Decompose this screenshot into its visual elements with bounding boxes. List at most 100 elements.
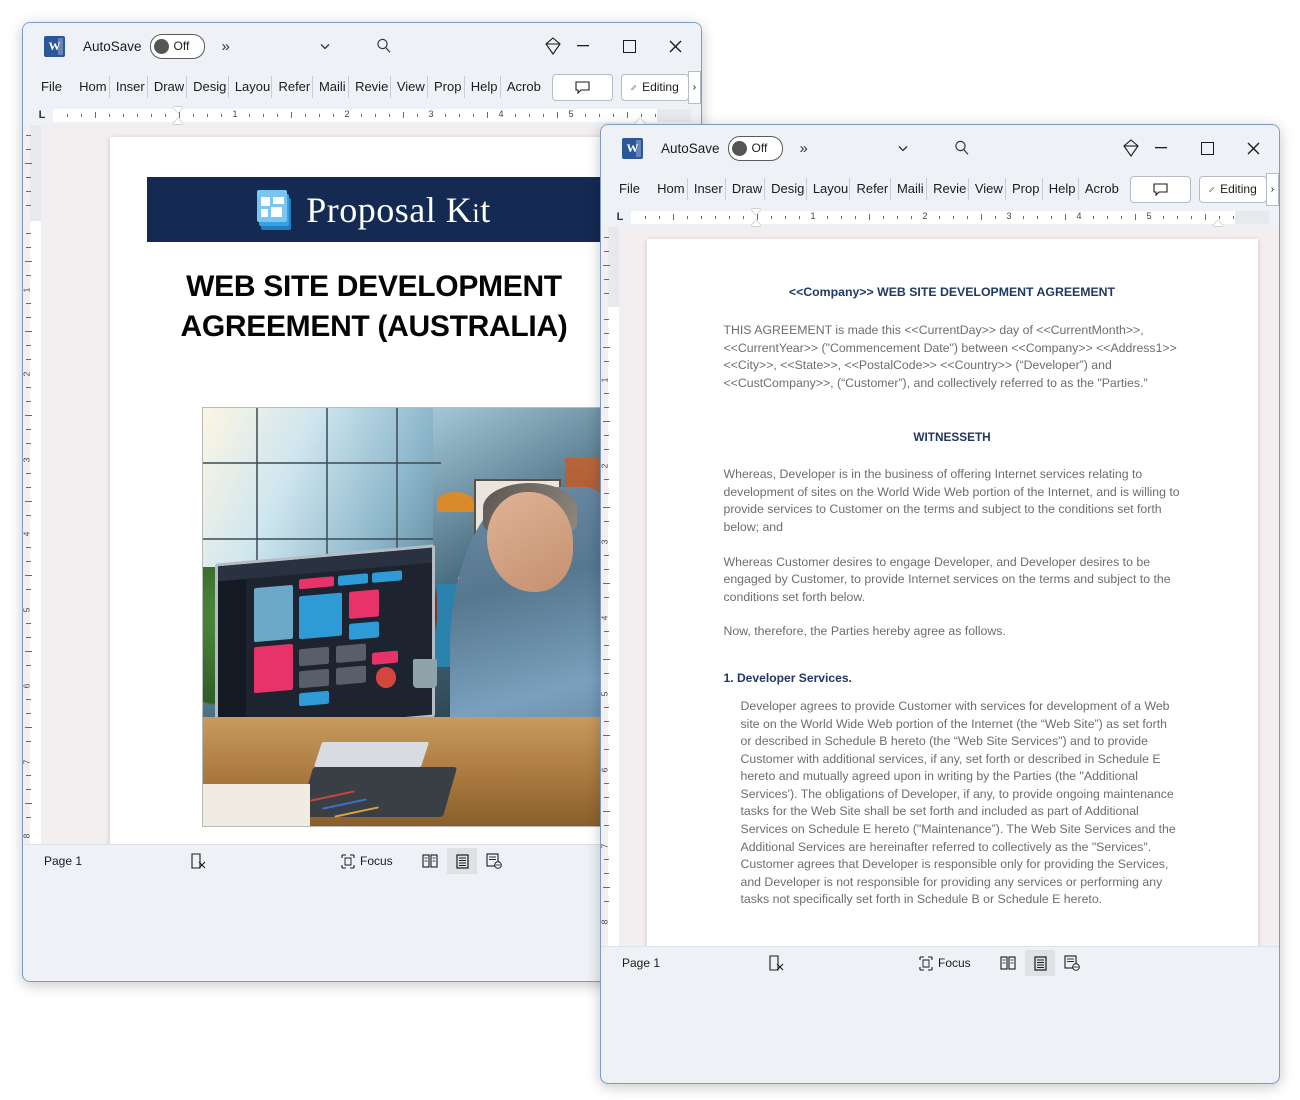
chevron-down-icon[interactable]: [318, 39, 332, 53]
tab-review[interactable]: Revie: [927, 178, 969, 200]
tab-references[interactable]: Refer: [272, 76, 313, 98]
ruler-number: 5: [600, 691, 610, 697]
tab-view[interactable]: View: [391, 76, 428, 98]
maximize-button[interactable]: [606, 23, 652, 69]
tab-references[interactable]: Refer: [850, 178, 891, 200]
tab-mailings[interactable]: Maili: [891, 178, 928, 200]
minimize-button[interactable]: [560, 23, 606, 69]
accessibility-checker-icon[interactable]: [768, 954, 785, 972]
read-mode-view-button[interactable]: [993, 950, 1023, 976]
tab-review[interactable]: Revie: [349, 76, 391, 98]
tab-draw[interactable]: Draw: [148, 76, 188, 98]
view-mode-buttons[interactable]: [993, 950, 1087, 976]
page-number-status[interactable]: Page 1: [44, 854, 82, 868]
ruler-number: 6: [600, 767, 610, 773]
tab-design[interactable]: Desig: [765, 178, 807, 200]
tab-proposal[interactable]: Prop: [428, 76, 465, 98]
tab-layout[interactable]: Layou: [229, 76, 273, 98]
print-layout-view-button[interactable]: [1025, 950, 1055, 976]
chevron-down-icon[interactable]: [896, 141, 910, 155]
tab-insert[interactable]: Inser: [688, 178, 726, 200]
tab-file[interactable]: File: [35, 76, 73, 98]
proposal-kit-logo-icon: [257, 189, 295, 230]
editing-mode-button[interactable]: Editing: [1199, 175, 1267, 203]
autosave-toggle[interactable]: Off: [727, 135, 783, 161]
tab-stop-selector[interactable]: L: [31, 109, 53, 121]
close-button[interactable]: [1230, 125, 1276, 171]
tab-layout[interactable]: Layou: [807, 178, 851, 200]
title-bar: W AutoSave Off »: [601, 125, 1279, 171]
accessibility-checker-icon[interactable]: [190, 852, 207, 870]
web-layout-view-button[interactable]: [1057, 950, 1087, 976]
tab-home[interactable]: Hom: [651, 178, 688, 200]
ruler-number: 3: [1006, 210, 1012, 221]
close-button[interactable]: [652, 23, 698, 69]
tab-proposal[interactable]: Prop: [1006, 178, 1043, 200]
ruler-number: 8: [22, 833, 32, 839]
maximize-button[interactable]: [1184, 125, 1230, 171]
horizontal-ruler-track[interactable]: 1 2 3 4 5: [631, 208, 1269, 226]
search-icon[interactable]: [375, 37, 393, 55]
minimize-button[interactable]: [1138, 125, 1184, 171]
document-canvas-two[interactable]: 1 2 3 4 5 6 7 8 <<Company>> WEB SITE DEV…: [601, 227, 1279, 946]
tab-help[interactable]: Help: [465, 76, 501, 98]
document-title-line-1: WEB SITE DEVELOPMENT: [186, 270, 562, 303]
tab-design[interactable]: Desig: [187, 76, 229, 98]
document-page-one[interactable]: Proposal Kit WEB SITE DEVELOPMENT AGREEM…: [109, 137, 639, 844]
right-indent-marker[interactable]: [1213, 219, 1223, 226]
search-icon[interactable]: [953, 139, 971, 157]
ruler-number: 8: [600, 919, 610, 925]
tab-home[interactable]: Hom: [73, 76, 110, 98]
hanging-indent-marker[interactable]: [173, 117, 183, 124]
vertical-ruler[interactable]: 1 2 3 4 5 6 7 8: [601, 227, 625, 946]
horizontal-ruler[interactable]: L 1 2 3 4 5: [23, 105, 701, 125]
tab-draw[interactable]: Draw: [726, 178, 766, 200]
autosave-label: AutoSave: [661, 140, 720, 156]
section-one-body: Developer agrees to provide Customer wit…: [740, 698, 1176, 907]
comment-icon[interactable]: [1130, 175, 1192, 203]
page-scroll-area[interactable]: <<Company>> WEB SITE DEVELOPMENT AGREEME…: [625, 227, 1279, 946]
tab-stop-selector[interactable]: L: [609, 211, 631, 223]
word-app-logo-icon: W: [44, 35, 65, 57]
document-two-text-body[interactable]: <<Company>> WEB SITE DEVELOPMENT AGREEME…: [724, 285, 1181, 926]
horizontal-ruler[interactable]: L 1 2 3 4 5: [601, 207, 1279, 227]
ruler-number: 4: [498, 108, 504, 119]
tab-view[interactable]: View: [969, 178, 1006, 200]
tab-insert[interactable]: Inser: [110, 76, 148, 98]
ribbon-tabs[interactable]: File Hom Inser Draw Desig Layou Refer Ma…: [601, 171, 1279, 207]
focus-mode-button[interactable]: Focus: [919, 955, 971, 971]
toggle-knob: [153, 38, 169, 54]
tab-acrobat[interactable]: Acrob: [501, 76, 542, 98]
hanging-indent-marker[interactable]: [751, 219, 761, 226]
right-indent-marker[interactable]: [635, 117, 645, 124]
ruler-number: 1: [600, 377, 610, 383]
print-layout-view-button[interactable]: [447, 848, 477, 874]
tab-file[interactable]: File: [613, 178, 651, 200]
autosave-toggle[interactable]: Off: [149, 33, 205, 59]
ribbon-expand-button[interactable]: ›: [687, 70, 701, 104]
horizontal-ruler-track[interactable]: 1 2 3 4 5: [53, 106, 691, 124]
web-layout-view-button[interactable]: [479, 848, 509, 874]
ribbon-expand-button[interactable]: ›: [1265, 172, 1279, 206]
comment-icon[interactable]: [552, 73, 614, 101]
cover-photo-web-designer-at-desk[interactable]: [201, 407, 616, 827]
quick-access-overflow-button[interactable]: »: [222, 38, 230, 55]
quick-access-overflow-button[interactable]: »: [800, 140, 808, 157]
ruler-number: 7: [22, 759, 32, 765]
editing-mode-button[interactable]: Editing: [621, 73, 689, 101]
tab-help[interactable]: Help: [1043, 178, 1079, 200]
read-mode-view-button[interactable]: [415, 848, 445, 874]
vertical-ruler[interactable]: 1 2 3 4 5 6 7 8: [23, 125, 47, 844]
tab-mailings[interactable]: Maili: [313, 76, 350, 98]
view-mode-buttons[interactable]: [415, 848, 509, 874]
tab-acrobat[interactable]: Acrob: [1079, 178, 1120, 200]
status-bar[interactable]: Page 1 Focus: [601, 946, 1279, 979]
first-line-indent-marker[interactable]: [751, 208, 761, 215]
document-title: WEB SITE DEVELOPMENT AGREEMENT (AUSTRALI…: [144, 267, 605, 347]
ribbon-tabs[interactable]: File Hom Inser Draw Desig Layou Refer Ma…: [23, 69, 701, 105]
focus-mode-button[interactable]: Focus: [341, 853, 393, 869]
word-window-document-two[interactable]: W AutoSave Off » File Hom Inser Draw Des: [600, 124, 1280, 1084]
first-line-indent-marker[interactable]: [173, 106, 183, 113]
document-page-two[interactable]: <<Company>> WEB SITE DEVELOPMENT AGREEME…: [646, 239, 1258, 946]
page-number-status[interactable]: Page 1: [622, 956, 660, 970]
